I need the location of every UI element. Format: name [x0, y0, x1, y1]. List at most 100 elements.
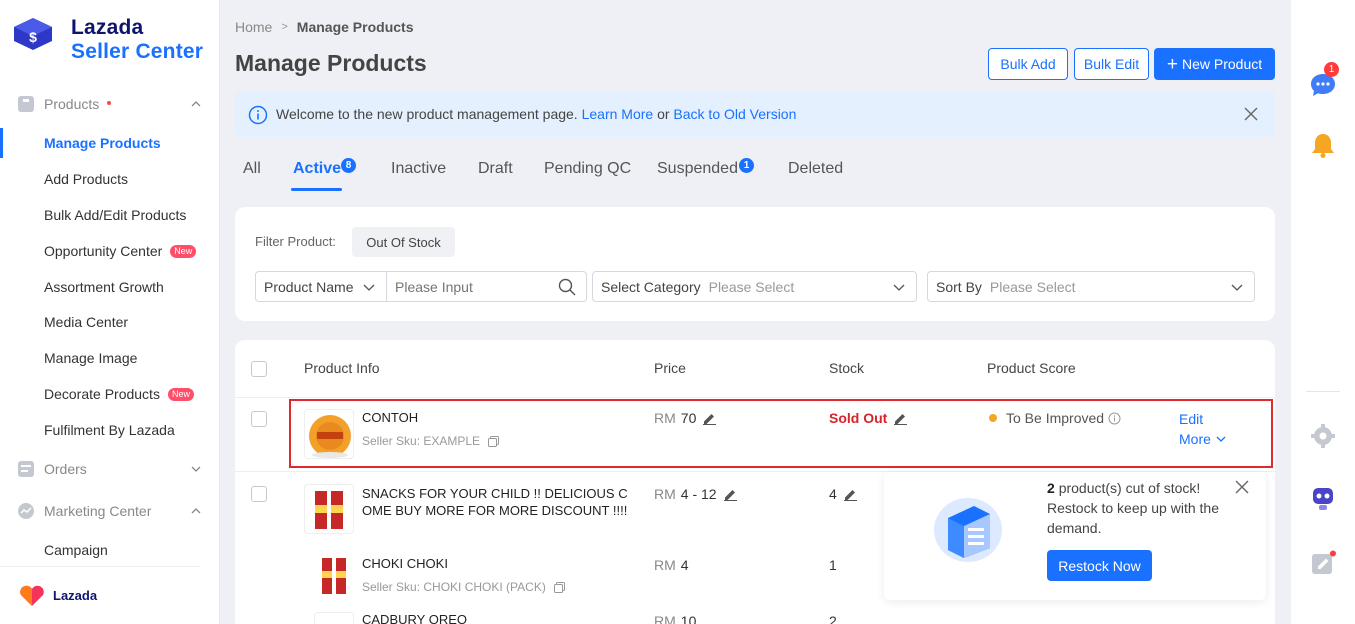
copy-icon[interactable] [488, 435, 500, 447]
notice-or: or [657, 106, 670, 122]
column-header-stock[interactable]: Stock [829, 360, 864, 376]
tab-label: Suspended [657, 160, 738, 177]
stock-value: Sold Out [829, 410, 888, 426]
tab-label: Active [293, 160, 342, 177]
sidebar-item-media-center[interactable]: Media Center [0, 305, 220, 339]
restock-text: product(s) cut of stock! Restock to keep… [1047, 480, 1219, 536]
sort-placeholder: Please Select [989, 278, 1076, 295]
variant-price: RM 10 [654, 613, 696, 624]
learn-more-link[interactable]: Learn More [582, 106, 654, 122]
product-search-group: Product Name [255, 271, 587, 302]
sort-select[interactable]: Sort By Please Select [927, 271, 1255, 302]
warehouse-illustration [934, 498, 1002, 562]
currency: RM [654, 613, 676, 624]
product-thumbnail[interactable] [304, 409, 354, 459]
tab-draft[interactable]: Draft [478, 160, 513, 178]
edit-pencil-icon[interactable] [723, 488, 737, 501]
brand-line2: Seller Center [71, 40, 204, 63]
sidebar-section-marketing-center[interactable]: Marketing Center [0, 493, 220, 529]
sidebar-item-label: Decorate Products [44, 386, 160, 402]
sidebar-item-bulk-add-edit[interactable]: Bulk Add/Edit Products [0, 198, 220, 232]
tab-inactive[interactable]: Inactive [391, 160, 446, 178]
divider [235, 397, 1275, 398]
lazada-logo-icon: $ [14, 18, 52, 50]
chevron-down-icon [363, 284, 375, 291]
close-icon[interactable] [1235, 480, 1249, 494]
tab-label: Draft [478, 160, 513, 177]
search-input[interactable] [387, 272, 552, 301]
sidebar-section-label: Orders [44, 461, 87, 477]
bulk-edit-button[interactable]: Bulk Edit [1074, 48, 1149, 80]
product-name[interactable]: CONTOH [362, 410, 418, 425]
sidebar-item-label: Opportunity Center [44, 243, 163, 259]
select-all-checkbox[interactable] [251, 361, 267, 377]
sidebar-item-manage-image[interactable]: Manage Image [0, 341, 220, 375]
category-select[interactable]: Select Category Please Select [592, 271, 917, 302]
gear-icon[interactable] [1309, 422, 1337, 450]
info-icon[interactable] [1108, 412, 1121, 425]
variant-stock: 2 [829, 613, 837, 624]
chat-count-badge: 1 [1324, 62, 1339, 77]
tab-all[interactable]: All [243, 160, 261, 178]
out-of-stock-filter-chip[interactable]: Out Of Stock [352, 227, 455, 257]
bell-icon[interactable] [1309, 131, 1337, 159]
product-image [309, 415, 351, 458]
more-dropdown[interactable]: More [1179, 431, 1227, 447]
sidebar-item-add-products[interactable]: Add Products [0, 162, 220, 196]
column-header-price[interactable]: Price [654, 360, 686, 376]
product-price: RM 4 - 12 [654, 486, 737, 502]
sidebar-item-campaign[interactable]: Campaign [0, 533, 220, 567]
sidebar-item-manage-products[interactable]: Manage Products [0, 126, 220, 160]
variant-thumbnail[interactable] [314, 612, 354, 624]
sidebar-item-label: Media Center [44, 314, 129, 330]
sidebar-item-opportunity-center[interactable]: Opportunity Center New [0, 234, 220, 268]
restock-now-button[interactable]: Restock Now [1047, 550, 1152, 581]
sidebar: $ Lazada Seller Center Products Manage P… [0, 0, 220, 624]
tab-active[interactable]: Active 8 [293, 158, 356, 178]
sidebar-item-decorate-products[interactable]: Decorate Products New [0, 377, 220, 411]
out-of-stock-count: 2 [1047, 480, 1055, 496]
sidebar-section-products[interactable]: Products [0, 86, 220, 122]
tab-pending-qc[interactable]: Pending QC [544, 160, 631, 178]
page-title: Manage Products [235, 50, 427, 76]
tab-deleted[interactable]: Deleted [788, 160, 843, 178]
variant-thumbnail[interactable] [314, 554, 354, 598]
edit-pencil-icon[interactable] [894, 412, 908, 425]
footer-brand: Lazada [53, 588, 98, 603]
product-name[interactable]: SNACKS FOR YOUR CHILD !! DELICIOUS C OME… [362, 485, 628, 519]
tab-suspended[interactable]: Suspended 1 [657, 158, 754, 178]
sidebar-item-label: Add Products [44, 171, 129, 187]
robot-assistant-icon[interactable] [1309, 484, 1337, 512]
lazada-seller-center-logo[interactable]: $ Lazada Seller Center [12, 16, 203, 64]
category-placeholder: Please Select [708, 278, 795, 295]
currency: RM [654, 486, 676, 502]
stock-status: Sold Out [829, 410, 908, 426]
svg-text:$: $ [29, 29, 37, 45]
new-product-button[interactable]: + New Product [1154, 48, 1275, 80]
bulk-add-button[interactable]: Bulk Add [988, 48, 1068, 80]
back-to-old-version-link[interactable]: Back to Old Version [673, 106, 796, 122]
edit-pencil-icon[interactable] [703, 412, 717, 425]
close-icon[interactable] [1244, 107, 1258, 121]
sidebar-item-label: Manage Products [44, 135, 161, 151]
edit-link[interactable]: Edit [1179, 411, 1203, 427]
copy-icon[interactable] [553, 581, 565, 593]
sidebar-item-fulfilment-by-lazada[interactable]: Fulfilment By Lazada [0, 413, 220, 447]
product-thumbnail[interactable] [304, 484, 354, 534]
edit-note-icon[interactable] [1309, 550, 1337, 578]
column-header-product-score[interactable]: Product Score [987, 360, 1076, 376]
search-field-select[interactable]: Product Name [256, 272, 386, 301]
sort-label: Sort By [936, 278, 982, 295]
sidebar-item-assortment-growth[interactable]: Assortment Growth [0, 270, 220, 304]
sidebar-section-orders[interactable]: Orders [0, 451, 220, 487]
row-checkbox[interactable] [251, 411, 267, 427]
score-text: To Be Improved [1006, 410, 1105, 426]
marketing-icon [18, 503, 34, 519]
breadcrumb-home[interactable]: Home [235, 19, 272, 35]
stock-value: 4 [829, 486, 837, 502]
sku-text: Seller Sku: EXAMPLE [362, 434, 481, 448]
search-icon[interactable] [558, 278, 576, 296]
product-price: RM 70 [654, 410, 717, 426]
edit-pencil-icon[interactable] [843, 488, 857, 501]
row-checkbox[interactable] [251, 486, 267, 502]
